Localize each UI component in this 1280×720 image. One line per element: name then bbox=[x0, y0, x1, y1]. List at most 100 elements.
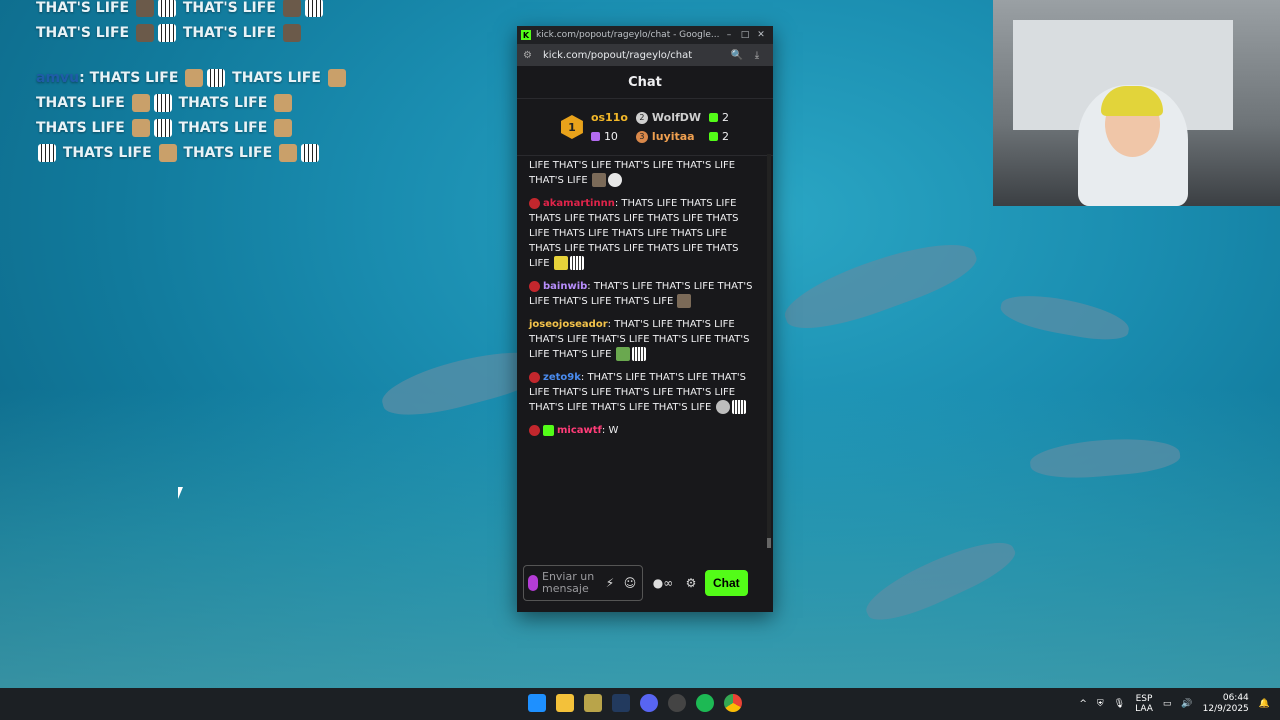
language-indicator[interactable]: ESP LAA bbox=[1135, 694, 1153, 714]
system-tray: ^ ⛨ 🎙 ESP LAA ▭ 🔊 06:44 12/9/2025 🔔 bbox=[1079, 688, 1270, 720]
close-icon[interactable]: ✕ bbox=[753, 30, 769, 40]
leader-2-count: 2 bbox=[722, 111, 730, 124]
dolphin-4 bbox=[998, 288, 1132, 346]
address-bar[interactable]: ⚙ kick.com/popout/rageylo/chat 🔍 ⤓ bbox=[517, 44, 773, 66]
yellow-emote-icon bbox=[553, 256, 568, 270]
overlay-text: THAT'S LIFE bbox=[182, 25, 276, 41]
chat-scrollbar[interactable] bbox=[767, 154, 771, 548]
overlay-text: THATS LIFE bbox=[62, 145, 152, 161]
gift-leaderboard: 1 os11o 10 2 WolfDW 3 luyitaa 2 2 bbox=[517, 99, 773, 156]
moderator-badge-icon bbox=[529, 371, 540, 383]
piano-emote-icon bbox=[301, 144, 320, 162]
overlay-username: amvu bbox=[36, 70, 80, 86]
start-menu-icon[interactable] bbox=[528, 694, 546, 712]
steam-icon[interactable] bbox=[612, 694, 630, 712]
scrollbar-thumb[interactable] bbox=[767, 538, 771, 548]
leader-1-name[interactable]: os11o bbox=[591, 111, 628, 124]
chat-composer: Enviar un mensaje ⚡ ☺ ●∞ ⚙ Chat bbox=[517, 554, 773, 612]
file-explorer-icon[interactable] bbox=[556, 694, 574, 712]
app-icon[interactable] bbox=[584, 694, 602, 712]
emoji-icon[interactable]: ☺ bbox=[622, 576, 638, 590]
taskbar-apps bbox=[528, 694, 742, 712]
piano-emote-icon bbox=[38, 144, 56, 162]
clock[interactable]: 06:44 12/9/2025 bbox=[1203, 693, 1249, 715]
chat-messages[interactable]: LIFE THAT'S LIFE THAT'S LIFE THAT'S LIFE… bbox=[517, 154, 765, 548]
clock-date: 12/9/2025 bbox=[1202, 704, 1249, 714]
leader-2-name[interactable]: WolfDW bbox=[652, 111, 701, 124]
piano-emote-icon bbox=[153, 119, 172, 137]
obs-icon[interactable] bbox=[668, 694, 686, 712]
overlay-text: THATS LIFE bbox=[36, 95, 125, 111]
url-text[interactable]: kick.com/popout/rageylo/chat bbox=[543, 50, 727, 61]
command-icon[interactable]: ⚡ bbox=[602, 576, 618, 590]
gift-icon bbox=[709, 113, 719, 122]
notifications-icon[interactable]: 🔔 bbox=[1259, 699, 1270, 709]
cat-emote-icon bbox=[185, 69, 204, 87]
lang-layout: LAA bbox=[1135, 704, 1153, 714]
message-username[interactable]: zeto9k bbox=[543, 372, 581, 383]
cat-emote-icon bbox=[158, 144, 177, 162]
man-emote-icon bbox=[135, 24, 154, 42]
gear-icon[interactable]: ⚙ bbox=[683, 576, 699, 590]
message-placeholder[interactable]: Enviar un mensaje bbox=[542, 571, 598, 595]
message-username[interactable]: bainwib bbox=[543, 281, 587, 292]
download-icon[interactable]: ⤓ bbox=[747, 50, 767, 61]
chat-message: joseojoseador: THAT'S LIFE THAT'S LIFE T… bbox=[529, 319, 750, 361]
leader-3-name[interactable]: luyitaa bbox=[652, 130, 695, 143]
overlay-text: THATS LIFE bbox=[232, 70, 321, 86]
lang-code: ESP bbox=[1135, 694, 1153, 704]
cat-emote-icon bbox=[131, 119, 150, 137]
message-username[interactable]: micawtf bbox=[557, 425, 602, 436]
piano-emote-icon bbox=[569, 256, 584, 270]
clock-time: 06:44 bbox=[1222, 693, 1249, 703]
overlay-text: THAT'S LIFE bbox=[36, 25, 130, 41]
spotify-icon[interactable] bbox=[696, 694, 714, 712]
points-icon[interactable]: ●∞ bbox=[649, 576, 677, 590]
chat-message: akamartinnn: THATS LIFE THATS LIFE THATS… bbox=[529, 197, 739, 270]
mouse-cursor-icon bbox=[178, 487, 183, 499]
piano-emote-icon bbox=[157, 0, 176, 17]
chevron-up-icon[interactable]: ^ bbox=[1079, 699, 1087, 709]
message-username[interactable]: akamartinnn bbox=[543, 198, 615, 209]
microphone-tray-icon[interactable]: 🎙 bbox=[1114, 699, 1125, 709]
overlay-text: THATS LIFE bbox=[178, 120, 268, 136]
kick-logo-icon: K bbox=[521, 30, 531, 40]
site-settings-icon[interactable]: ⚙ bbox=[523, 50, 537, 61]
leader-3-count: 2 bbox=[722, 130, 730, 143]
message-username[interactable]: joseojoseador bbox=[529, 319, 608, 330]
overlay-text: THAT'S LIFE bbox=[36, 0, 130, 16]
piano-emote-icon bbox=[631, 347, 646, 361]
chrome-icon[interactable] bbox=[724, 694, 742, 712]
moderator-badge-icon bbox=[529, 424, 540, 436]
window-titlebar[interactable]: K kick.com/popout/rageylo/chat - Google.… bbox=[517, 26, 773, 44]
zoom-icon[interactable]: 🔍 bbox=[727, 50, 747, 61]
send-chat-button[interactable]: Chat bbox=[705, 570, 748, 596]
security-icon[interactable]: ⛨ bbox=[1097, 699, 1104, 709]
man-emote-icon bbox=[282, 0, 301, 17]
frog-emote-icon bbox=[615, 347, 630, 361]
message-text: W bbox=[608, 425, 619, 436]
moderator-badge-icon bbox=[529, 197, 540, 209]
message-input[interactable]: Enviar un mensaje ⚡ ☺ bbox=[523, 565, 643, 601]
maximize-icon[interactable]: □ bbox=[737, 30, 753, 40]
dolphin-2 bbox=[777, 227, 983, 343]
network-icon[interactable]: ▭ bbox=[1163, 699, 1172, 709]
overlay-text: THAT'S LIFE bbox=[182, 0, 276, 16]
man-emote-icon bbox=[135, 0, 154, 17]
volume-icon[interactable]: 🔊 bbox=[1181, 699, 1192, 709]
cat-emote-icon bbox=[274, 119, 293, 137]
discord-icon[interactable] bbox=[640, 694, 658, 712]
window-title: kick.com/popout/rageylo/chat - Google... bbox=[536, 30, 720, 40]
minimize-icon[interactable]: – bbox=[721, 30, 737, 40]
cat-emote-icon bbox=[327, 69, 346, 87]
microphone-icon[interactable] bbox=[528, 575, 538, 591]
rank-2-badge-icon: 2 bbox=[635, 111, 648, 124]
chat-message: micawtf: W bbox=[529, 423, 753, 438]
overlay-text: THATS LIFE bbox=[89, 70, 179, 86]
man-emote-icon bbox=[677, 294, 692, 308]
moderator-badge-icon bbox=[529, 280, 540, 292]
rank-1-badge-icon: 1 bbox=[560, 115, 583, 139]
man-emote-icon bbox=[591, 173, 606, 187]
chat-message: zeto9k: THAT'S LIFE THAT'S LIFE THAT'S L… bbox=[529, 371, 747, 414]
piano-emote-icon bbox=[153, 94, 172, 112]
